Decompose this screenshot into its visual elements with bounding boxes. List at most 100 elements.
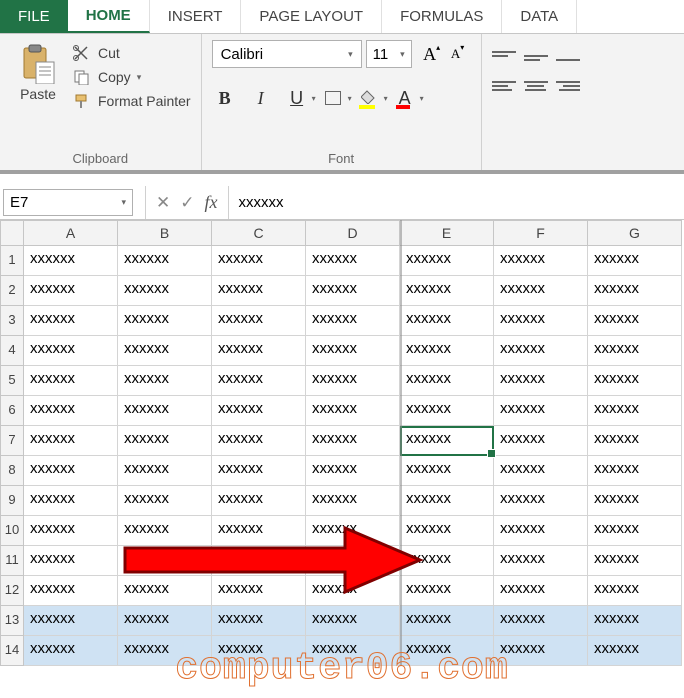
tab-file[interactable]: FILE bbox=[0, 0, 68, 33]
italic-button[interactable]: I bbox=[248, 86, 274, 110]
cell[interactable]: xxxxxx bbox=[588, 576, 682, 606]
cell[interactable]: xxxxxx bbox=[588, 426, 682, 456]
row-header[interactable]: 8 bbox=[0, 456, 24, 486]
align-right-button[interactable] bbox=[556, 76, 580, 96]
cell[interactable]: xxxxxx bbox=[24, 546, 118, 576]
name-box[interactable]: E7 ▾ bbox=[3, 189, 133, 216]
cell[interactable]: xxxxxx bbox=[400, 366, 494, 396]
cell[interactable]: xxxxxx bbox=[400, 246, 494, 276]
col-header[interactable]: B bbox=[118, 220, 212, 246]
cell[interactable]: xxxxxx bbox=[118, 306, 212, 336]
cell[interactable]: xxxxxx bbox=[400, 336, 494, 366]
cell[interactable]: xxxxxx bbox=[494, 576, 588, 606]
cell[interactable]: xxxxxx bbox=[306, 516, 400, 546]
row-header[interactable]: 4 bbox=[0, 336, 24, 366]
col-header[interactable]: C bbox=[212, 220, 306, 246]
cell[interactable]: xxxxxx bbox=[494, 366, 588, 396]
cell[interactable]: xxxxxx bbox=[212, 246, 306, 276]
cell[interactable]: xxxxxx bbox=[24, 396, 118, 426]
cell[interactable]: xxxxxx bbox=[212, 276, 306, 306]
cell[interactable]: xxxxxx bbox=[118, 456, 212, 486]
cell[interactable]: xxxxxx bbox=[212, 336, 306, 366]
grow-font-button[interactable]: A▴ bbox=[420, 42, 444, 66]
col-header[interactable]: F bbox=[494, 220, 588, 246]
row-header[interactable]: 3 bbox=[0, 306, 24, 336]
cut-button[interactable]: Cut bbox=[72, 44, 191, 62]
cancel-button[interactable]: ✕ bbox=[156, 193, 170, 213]
cell[interactable]: xxxxxx bbox=[494, 486, 588, 516]
cell[interactable]: xxxxxx bbox=[118, 606, 212, 636]
font-name-dropdown[interactable]: Calibri ▾ bbox=[212, 40, 362, 68]
cell[interactable]: xxxxxx bbox=[24, 516, 118, 546]
cell[interactable]: xxxxxx bbox=[588, 606, 682, 636]
cell[interactable]: xxxxxx bbox=[212, 486, 306, 516]
cell[interactable]: xxxxxx bbox=[212, 426, 306, 456]
cell[interactable]: xxxxxx bbox=[306, 276, 400, 306]
select-all-corner[interactable] bbox=[0, 220, 24, 246]
row-header[interactable]: 14 bbox=[0, 636, 24, 666]
cell[interactable]: xxxxxx bbox=[118, 516, 212, 546]
cell[interactable]: xxxxxx bbox=[306, 546, 400, 576]
cell[interactable]: xxxxxx bbox=[306, 486, 400, 516]
cell[interactable]: xxxxxx bbox=[494, 276, 588, 306]
cell[interactable]: xxxxxx bbox=[24, 366, 118, 396]
cell[interactable]: xxxxxx bbox=[24, 336, 118, 366]
tab-insert[interactable]: INSERT bbox=[150, 0, 242, 33]
cell[interactable]: xxxxxx bbox=[400, 546, 494, 576]
cell[interactable]: xxxxxx bbox=[400, 276, 494, 306]
row-header[interactable]: 5 bbox=[0, 366, 24, 396]
bold-button[interactable]: B bbox=[212, 86, 238, 110]
cell[interactable]: xxxxxx bbox=[212, 366, 306, 396]
cell[interactable]: xxxxxx bbox=[588, 276, 682, 306]
cell[interactable]: xxxxxx bbox=[212, 456, 306, 486]
tab-formulas[interactable]: FORMULAS bbox=[382, 0, 502, 33]
cell[interactable]: xxxxxx bbox=[588, 486, 682, 516]
cell[interactable]: xxxxxx bbox=[494, 336, 588, 366]
align-middle-button[interactable] bbox=[524, 46, 548, 66]
cell[interactable]: xxxxxx bbox=[588, 366, 682, 396]
align-bottom-button[interactable] bbox=[556, 46, 580, 66]
row-header[interactable]: 13 bbox=[0, 606, 24, 636]
cell[interactable]: xxxxxx bbox=[306, 576, 400, 606]
row-header[interactable]: 12 bbox=[0, 576, 24, 606]
cell[interactable]: xxxxxx bbox=[494, 426, 588, 456]
format-painter-button[interactable]: Format Painter bbox=[72, 92, 191, 110]
col-header[interactable]: E bbox=[400, 220, 494, 246]
cell[interactable]: xxxxxx bbox=[400, 426, 494, 456]
cell[interactable]: xxxxxx bbox=[118, 486, 212, 516]
cell[interactable]: xxxxxx bbox=[494, 546, 588, 576]
cell[interactable]: xxxxxx bbox=[306, 396, 400, 426]
tab-home[interactable]: HOME bbox=[68, 0, 150, 33]
row-header[interactable]: 6 bbox=[0, 396, 24, 426]
tab-page-layout[interactable]: PAGE LAYOUT bbox=[241, 0, 382, 33]
cell[interactable]: xxxxxx bbox=[306, 606, 400, 636]
cell[interactable]: xxxxxx bbox=[400, 396, 494, 426]
cell[interactable]: xxxxxx bbox=[212, 606, 306, 636]
cell[interactable]: xxxxxx bbox=[24, 636, 118, 666]
underline-button[interactable]: U▾ bbox=[284, 86, 310, 110]
cell[interactable]: xxxxxx bbox=[24, 276, 118, 306]
cell[interactable]: xxxxxx bbox=[118, 246, 212, 276]
cell[interactable]: xxxxxx bbox=[212, 546, 306, 576]
cell[interactable]: xxxxxx bbox=[400, 456, 494, 486]
font-color-button[interactable]: A▾ bbox=[392, 86, 418, 110]
cell[interactable]: xxxxxx bbox=[400, 576, 494, 606]
row-header[interactable]: 9 bbox=[0, 486, 24, 516]
align-top-button[interactable] bbox=[492, 46, 516, 66]
fx-button[interactable]: fx bbox=[205, 192, 218, 213]
cell[interactable]: xxxxxx bbox=[118, 336, 212, 366]
cell[interactable]: xxxxxx bbox=[24, 306, 118, 336]
cell[interactable]: xxxxxx bbox=[400, 306, 494, 336]
row-header[interactable]: 1 bbox=[0, 246, 24, 276]
cell[interactable]: xxxxxx bbox=[24, 486, 118, 516]
cell[interactable]: xxxxxx bbox=[212, 306, 306, 336]
cell[interactable]: xxxxxx bbox=[118, 546, 212, 576]
col-header[interactable]: A bbox=[24, 220, 118, 246]
row-header[interactable]: 2 bbox=[0, 276, 24, 306]
row-header[interactable]: 7 bbox=[0, 426, 24, 456]
cell[interactable]: xxxxxx bbox=[24, 576, 118, 606]
cell[interactable]: xxxxxx bbox=[118, 276, 212, 306]
cell[interactable]: xxxxxx bbox=[118, 396, 212, 426]
cell[interactable]: xxxxxx bbox=[588, 336, 682, 366]
cell[interactable]: xxxxxx bbox=[306, 306, 400, 336]
